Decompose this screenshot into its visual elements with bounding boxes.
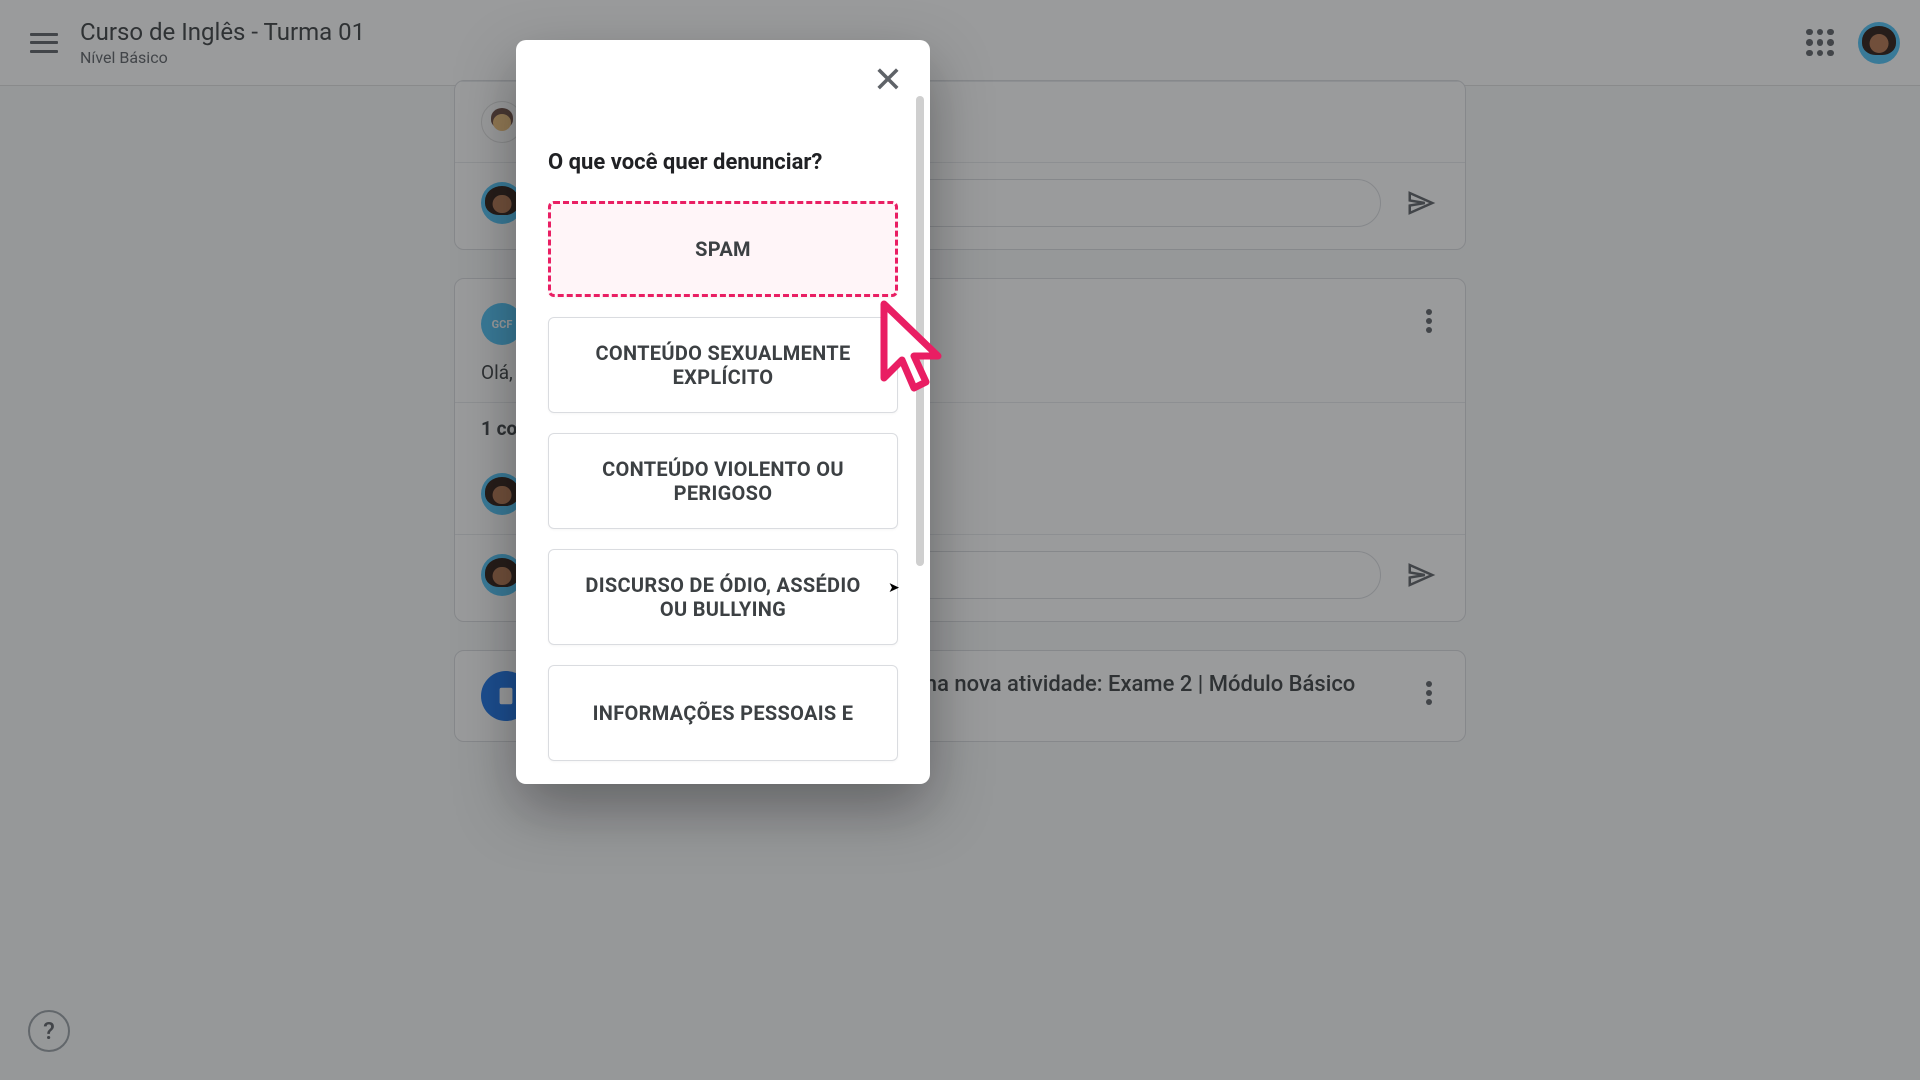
report-option-spam[interactable]: SPAM	[548, 201, 898, 297]
report-option-violent[interactable]: CONTEÚDO VIOLENTO OU PERIGOSO	[548, 433, 898, 529]
report-option-sexual[interactable]: CONTEÚDO SEXUALMENTE EXPLÍCITO	[548, 317, 898, 413]
report-option-hate[interactable]: DISCURSO DE ÓDIO, ASSÉDIO OU BULLYING	[548, 549, 898, 645]
modal-options-list: SPAM CONTEÚDO SEXUALMENTE EXPLÍCITO CONT…	[516, 201, 930, 784]
report-option-personal[interactable]: INFORMAÇÕES PESSOAIS E	[548, 665, 898, 761]
close-icon: ✕	[873, 59, 903, 101]
modal-overlay[interactable]	[0, 0, 1920, 1080]
close-button[interactable]: ✕	[866, 58, 910, 102]
report-modal: ✕ O que você quer denunciar? SPAM CONTEÚ…	[516, 40, 930, 784]
